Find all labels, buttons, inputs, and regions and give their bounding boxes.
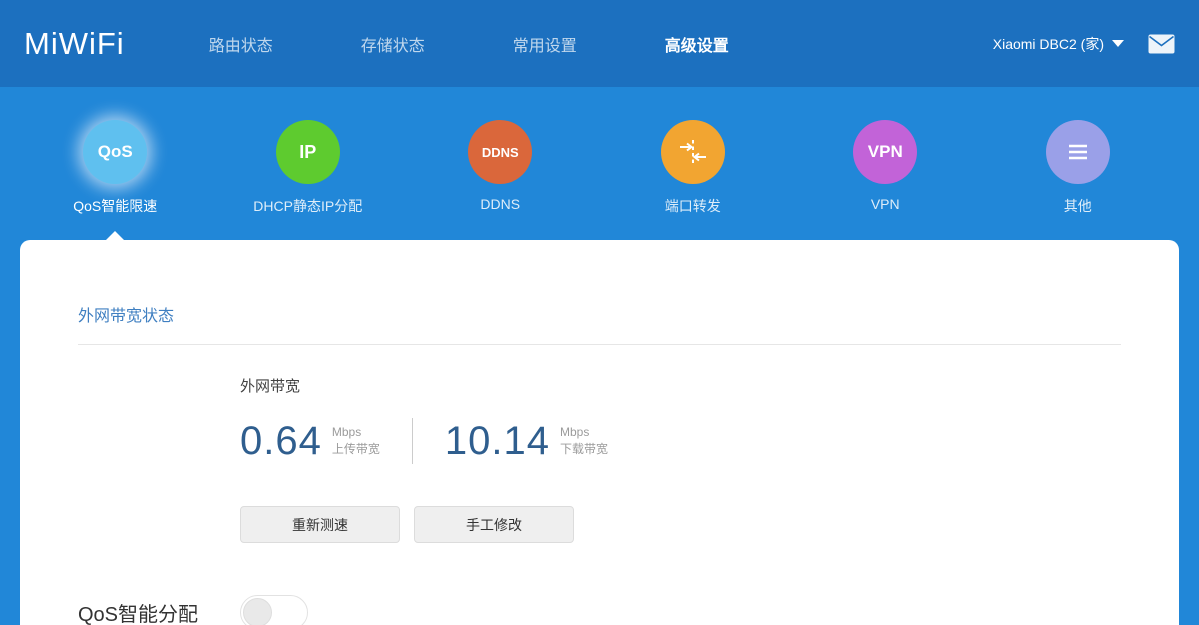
bandwidth-label: 外网带宽	[240, 375, 1121, 396]
content-panel: 外网带宽状态 外网带宽 0.64 Mbps 上传带宽 10.14 Mbps	[20, 240, 1179, 625]
miwifi-app: MiWiFi 路由状态 存储状态 常用设置 高级设置 Xiaomi DBC2 (…	[0, 0, 1199, 625]
qos-allocation-title: QoS智能分配	[78, 598, 240, 625]
ddns-icon-text: DDNS	[482, 145, 519, 160]
subnav-item-other[interactable]: 其他	[982, 87, 1175, 240]
section-divider	[78, 344, 1121, 345]
dhcp-circle-icon: IP	[276, 120, 340, 184]
account-label: Xiaomi DBC2 (家)	[993, 34, 1104, 54]
miwifi-logo[interactable]: MiWiFi	[24, 26, 125, 62]
download-group: 10.14 Mbps 下载带宽	[445, 419, 608, 464]
active-tab-pointer	[106, 231, 124, 240]
nav-common-settings[interactable]: 常用设置	[513, 32, 577, 56]
subnav-item-qos[interactable]: QoS QoS智能限速	[19, 87, 212, 240]
subnav-label-other: 其他	[1064, 196, 1092, 216]
ip-icon-text: IP	[299, 142, 316, 163]
bandwidth-section: 外网带宽 0.64 Mbps 上传带宽 10.14 Mbps 下载带宽	[240, 375, 1121, 543]
vpn-circle-icon: VPN	[853, 120, 917, 184]
subnav-band: QoS QoS智能限速 IP DHCP静态IP分配 DDNS DDNS	[0, 87, 1199, 240]
manual-edit-button[interactable]: 手工修改	[414, 506, 574, 543]
upload-group: 0.64 Mbps 上传带宽	[240, 419, 380, 464]
download-unit: Mbps	[560, 424, 608, 441]
subnav-item-port-forward[interactable]: 端口转发	[597, 87, 790, 240]
subnav-label-qos: QoS智能限速	[73, 196, 157, 216]
bandwidth-values: 0.64 Mbps 上传带宽 10.14 Mbps 下载带宽	[240, 418, 1121, 464]
section-title: 外网带宽状态	[78, 302, 1121, 326]
qos-toggle[interactable]	[240, 595, 308, 625]
header-right: Xiaomi DBC2 (家)	[993, 34, 1175, 54]
download-value: 10.14	[445, 419, 550, 464]
subnav-label-ddns: DDNS	[480, 196, 520, 212]
upload-caption: 上传带宽	[332, 441, 380, 458]
download-caption: 下载带宽	[560, 441, 608, 458]
mail-icon[interactable]	[1148, 34, 1175, 54]
qos-smart-allocation-row: QoS智能分配	[78, 595, 1121, 625]
qos-circle-icon: QoS	[83, 120, 147, 184]
qos-toggle-knob	[243, 598, 272, 625]
account-menu[interactable]: Xiaomi DBC2 (家)	[993, 34, 1124, 54]
port-forward-icon	[661, 120, 725, 184]
subnav-label-port-forward: 端口转发	[665, 196, 721, 216]
nav-advanced-settings[interactable]: 高级设置	[665, 32, 729, 56]
subnav-item-dhcp[interactable]: IP DHCP静态IP分配	[212, 87, 405, 240]
menu-icon	[1046, 120, 1110, 184]
subnav-label-dhcp: DHCP静态IP分配	[253, 196, 362, 216]
upload-unit: Mbps	[332, 424, 380, 441]
bandwidth-actions: 重新测速 手工修改	[240, 506, 1121, 543]
subnav-item-ddns[interactable]: DDNS DDNS	[404, 87, 597, 240]
qos-icon-text: QoS	[98, 142, 133, 162]
top-header: MiWiFi 路由状态 存储状态 常用设置 高级设置 Xiaomi DBC2 (…	[0, 0, 1199, 87]
nav-storage-status[interactable]: 存储状态	[361, 32, 425, 56]
retest-speed-button[interactable]: 重新测速	[240, 506, 400, 543]
values-divider	[412, 418, 413, 464]
ddns-circle-icon: DDNS	[468, 120, 532, 184]
main-nav: 路由状态 存储状态 常用设置 高级设置	[209, 32, 729, 56]
nav-router-status[interactable]: 路由状态	[209, 32, 273, 56]
subnav-label-vpn: VPN	[871, 196, 900, 212]
chevron-down-icon	[1112, 40, 1124, 47]
upload-value: 0.64	[240, 419, 322, 464]
vpn-icon-text: VPN	[868, 142, 903, 162]
subnav-item-vpn[interactable]: VPN VPN	[789, 87, 982, 240]
